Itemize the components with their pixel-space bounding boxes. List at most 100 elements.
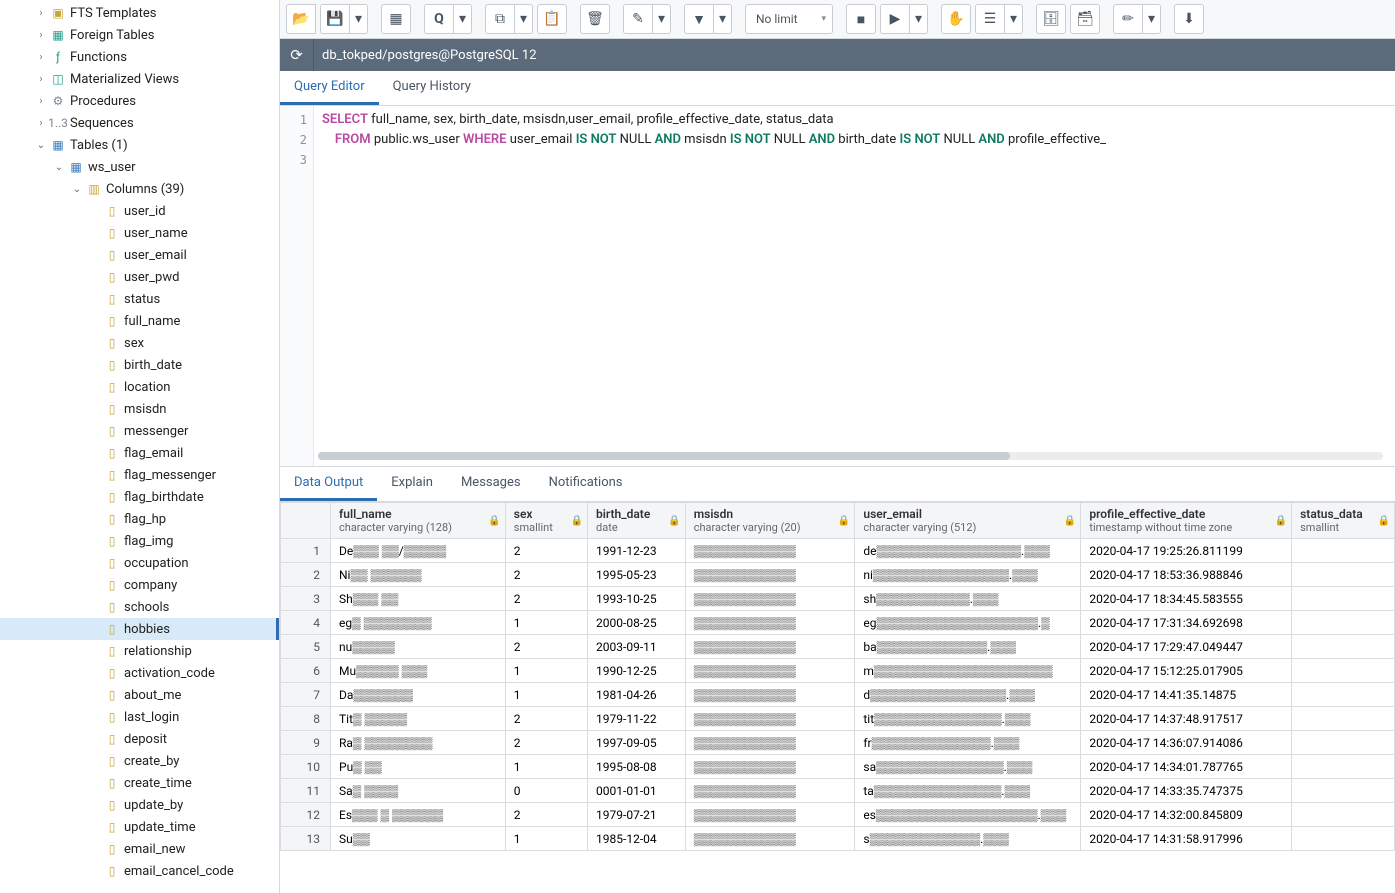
column-item[interactable]: ▯activation_code	[0, 662, 279, 684]
table-row[interactable]: 3Sh▒▒▒ ▒▒21993-10-25▒▒▒▒▒▒▒▒▒▒▒▒sh▒▒▒▒▒▒…	[281, 587, 1395, 611]
sql-code[interactable]: SELECT full_name, sex, birth_date, msisd…	[314, 106, 1395, 466]
column-item[interactable]: ▯msisdn	[0, 398, 279, 420]
cell[interactable]: 2020-04-17 18:34:45.583555	[1081, 587, 1292, 611]
column-item[interactable]: ▯create_time	[0, 772, 279, 794]
cell[interactable]: ▒▒▒▒▒▒▒▒▒▒▒▒	[685, 611, 855, 635]
cell[interactable]: 2	[505, 731, 587, 755]
cell[interactable]: sh▒▒▒▒▒▒▒▒▒▒▒.▒▒▒	[855, 587, 1081, 611]
cell[interactable]: 2020-04-17 14:32:00.845809	[1081, 803, 1292, 827]
expand-icon[interactable]: ›	[34, 28, 48, 42]
cell[interactable]: 2020-04-17 15:12:25.017905	[1081, 659, 1292, 683]
cell[interactable]: 2020-04-17 14:34:01.787765	[1081, 755, 1292, 779]
limit-select[interactable]: No limit	[745, 4, 833, 34]
expand-icon[interactable]: ›	[34, 116, 48, 130]
connection-status-icon[interactable]: ⟳	[280, 39, 314, 71]
cell[interactable]: 1	[505, 683, 587, 707]
cell[interactable]: ▒▒▒▒▒▒▒▒▒▒▒▒	[685, 827, 855, 851]
table-row[interactable]: 1De▒▒▒ ▒▒/▒▒▒▒▒21991-12-23▒▒▒▒▒▒▒▒▒▒▒▒de…	[281, 539, 1395, 563]
cell[interactable]: 1	[505, 827, 587, 851]
cell[interactable]: 1979-07-21	[588, 803, 686, 827]
cell[interactable]: 2020-04-17 14:36:07.914086	[1081, 731, 1292, 755]
column-item[interactable]: ▯hobbies	[0, 618, 279, 640]
cell[interactable]: Ra▒ ▒▒▒▒▒▒▒▒	[331, 731, 506, 755]
column-item[interactable]: ▯user_pwd	[0, 266, 279, 288]
column-item[interactable]: ▯messenger	[0, 420, 279, 442]
clear-button[interactable]: 🗑	[580, 4, 610, 34]
cell[interactable]: ▒▒▒▒▒▒▒▒▒▒▒▒	[685, 707, 855, 731]
cell[interactable]: 2	[505, 563, 587, 587]
column-item[interactable]: ▯full_name	[0, 310, 279, 332]
cell[interactable]: 2020-04-17 18:53:36.988846	[1081, 563, 1292, 587]
table-row[interactable]: 8Tit▒ ▒▒▒▒▒21979-11-22▒▒▒▒▒▒▒▒▒▒▒▒tit▒▒▒…	[281, 707, 1395, 731]
cell[interactable]: 1997-09-05	[588, 731, 686, 755]
cell[interactable]	[1292, 539, 1395, 563]
tree-item[interactable]: ⌄▦ws_user	[0, 156, 279, 178]
table-row[interactable]: 7Da▒▒▒▒▒▒▒11981-04-26▒▒▒▒▒▒▒▒▒▒▒▒d▒▒▒▒▒▒…	[281, 683, 1395, 707]
table-row[interactable]: 5nu▒▒▒▒▒22003-09-11▒▒▒▒▒▒▒▒▒▒▒▒ba▒▒▒▒▒▒▒…	[281, 635, 1395, 659]
results-grid[interactable]: full_namecharacter varying (128)🔒sexsmal…	[280, 502, 1395, 851]
table-row[interactable]: 11Sa▒ ▒▒▒▒00001-01-01▒▒▒▒▒▒▒▒▒▒▒▒ta▒▒▒▒▒…	[281, 779, 1395, 803]
tree-item[interactable]: ⌄▥Columns (39)	[0, 178, 279, 200]
macro-dropdown[interactable]: ▾	[1143, 4, 1161, 34]
table-row[interactable]: 10Pu▒ ▒▒11995-08-08▒▒▒▒▒▒▒▒▒▒▒▒sa▒▒▒▒▒▒▒…	[281, 755, 1395, 779]
cell[interactable]: Sh▒▒▒ ▒▒	[331, 587, 506, 611]
download-button[interactable]: ⬇	[1174, 4, 1204, 34]
cell[interactable]: Es▒▒▒ ▒ ▒▒▒▒▒▒	[331, 803, 506, 827]
tab-query-history[interactable]: Query History	[379, 71, 485, 105]
cell[interactable]: Sa▒ ▒▒▒▒	[331, 779, 506, 803]
cell[interactable]	[1292, 683, 1395, 707]
cell[interactable]: ta▒▒▒▒▒▒▒▒▒▒▒▒▒▒▒.▒▒▒	[855, 779, 1081, 803]
explain-button[interactable]: ✋	[941, 4, 971, 34]
cell[interactable]: 2020-04-17 14:33:35.747375	[1081, 779, 1292, 803]
tab-data-output[interactable]: Data Output	[280, 467, 377, 501]
cell[interactable]: ▒▒▒▒▒▒▒▒▒▒▒▒	[685, 539, 855, 563]
cell[interactable]: 1995-08-08	[588, 755, 686, 779]
cell[interactable]: 2020-04-17 17:29:47.049447	[1081, 635, 1292, 659]
column-item[interactable]: ▯company	[0, 574, 279, 596]
column-header[interactable]: status_datasmallint🔒	[1292, 503, 1395, 539]
expand-icon[interactable]: ›	[34, 6, 48, 20]
object-browser[interactable]: ›▣FTS Templates›▦Foreign Tables›ƒFunctio…	[0, 0, 280, 893]
stop-button[interactable]: ■	[846, 4, 876, 34]
column-item[interactable]: ▯deposit	[0, 728, 279, 750]
column-item[interactable]: ▯occupation	[0, 552, 279, 574]
column-item[interactable]: ▯flag_messenger	[0, 464, 279, 486]
filter-button[interactable]: ▼	[684, 4, 714, 34]
cell[interactable]: fr▒▒▒▒▒▒▒▒▒▒▒▒▒▒.▒▒▒	[855, 731, 1081, 755]
cell[interactable]	[1292, 755, 1395, 779]
tree-item[interactable]: ⌄▦Tables (1)	[0, 134, 279, 156]
expand-icon[interactable]: ›	[34, 50, 48, 64]
table-row[interactable]: 9Ra▒ ▒▒▒▒▒▒▒▒21997-09-05▒▒▒▒▒▒▒▒▒▒▒▒fr▒▒…	[281, 731, 1395, 755]
cell[interactable]: 2020-04-17 17:31:34.692698	[1081, 611, 1292, 635]
tab-query-editor[interactable]: Query Editor	[280, 71, 379, 105]
cell[interactable]: 2	[505, 803, 587, 827]
copy-dropdown[interactable]: ▾	[515, 4, 533, 34]
cell[interactable]	[1292, 779, 1395, 803]
copy-button[interactable]: ⧉	[485, 4, 515, 34]
column-item[interactable]: ▯user_name	[0, 222, 279, 244]
filter-dropdown[interactable]: ▾	[714, 4, 732, 34]
expand-icon[interactable]: ⌄	[34, 138, 48, 152]
cell[interactable]: 2003-09-11	[588, 635, 686, 659]
column-item[interactable]: ▯last_login	[0, 706, 279, 728]
cell[interactable]: 1	[505, 755, 587, 779]
cell[interactable]	[1292, 731, 1395, 755]
edit-dropdown[interactable]: ▾	[653, 4, 671, 34]
edit-button[interactable]: ✎	[623, 4, 653, 34]
table-row[interactable]: 13Su▒▒11985-12-04▒▒▒▒▒▒▒▒▒▒▒▒s▒▒▒▒▒▒▒▒▒▒…	[281, 827, 1395, 851]
cell[interactable]: 1985-12-04	[588, 827, 686, 851]
column-item[interactable]: ▯birth_date	[0, 354, 279, 376]
cell[interactable]: m▒▒▒▒▒▒▒▒▒▒▒▒▒▒▒▒▒▒▒▒▒	[855, 659, 1081, 683]
tab-explain[interactable]: Explain	[377, 467, 447, 501]
column-header[interactable]: sexsmallint🔒	[505, 503, 587, 539]
tree-item[interactable]: ›1..3Sequences	[0, 112, 279, 134]
column-header[interactable]: msisdncharacter varying (20)🔒	[685, 503, 855, 539]
column-item[interactable]: ▯user_id	[0, 200, 279, 222]
cell[interactable]: 1991-12-23	[588, 539, 686, 563]
cell[interactable]	[1292, 563, 1395, 587]
tab-messages[interactable]: Messages	[447, 467, 535, 501]
column-item[interactable]: ▯schools	[0, 596, 279, 618]
cell[interactable]: sa▒▒▒▒▒▒▒▒▒▒▒▒▒▒▒.▒▒▒	[855, 755, 1081, 779]
table-row[interactable]: 2Ni▒▒ ▒▒▒▒▒▒21995-05-23▒▒▒▒▒▒▒▒▒▒▒▒ni▒▒▒…	[281, 563, 1395, 587]
cell[interactable]	[1292, 635, 1395, 659]
